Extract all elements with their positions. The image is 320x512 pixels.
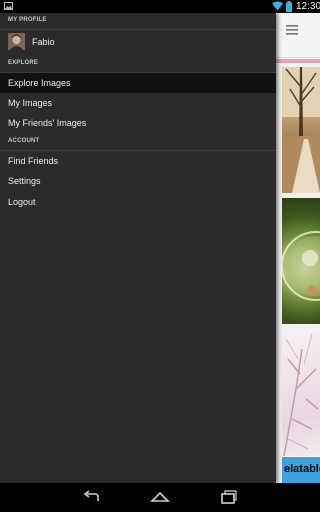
image-notification-icon — [4, 2, 13, 10]
nav-item-label: Logout — [8, 197, 36, 207]
section-header-explore: EXPLORE — [0, 56, 276, 73]
accent-line — [276, 59, 320, 63]
profile-row[interactable]: Fabio — [0, 30, 276, 56]
section-header-label: ACCOUNT — [8, 138, 40, 144]
banner-text: elatable — [284, 463, 320, 475]
battery-icon — [286, 1, 292, 12]
avatar — [8, 33, 25, 50]
image-tile-banner[interactable]: elatable — [282, 457, 320, 483]
image-tile-bubble[interactable] — [282, 198, 320, 324]
section-header-label: EXPLORE — [8, 60, 39, 66]
home-icon[interactable] — [150, 489, 170, 505]
navigation-drawer: MY PROFILE Fabio EXPLORE Explore Images … — [0, 13, 276, 483]
nav-item-find-friends[interactable]: Find Friends — [0, 151, 276, 171]
profile-name: Fabio — [32, 37, 55, 47]
image-tile-snow-branches[interactable] — [282, 329, 320, 456]
recent-apps-icon[interactable] — [218, 489, 238, 505]
nav-item-label: Explore Images — [8, 78, 71, 88]
nav-item-label: My Friends' Images — [8, 118, 87, 128]
nav-item-label: Find Friends — [8, 156, 59, 166]
nav-item-explore-images[interactable]: Explore Images — [0, 73, 276, 93]
status-bar: 12:30 — [0, 0, 320, 13]
section-header-my-profile: MY PROFILE — [0, 13, 276, 30]
nav-item-my-friends-images[interactable]: My Friends' Images — [0, 113, 276, 133]
image-tile-tree-path[interactable] — [282, 67, 320, 193]
clock: 12:30 — [296, 1, 320, 12]
nav-item-logout[interactable]: Logout — [0, 192, 276, 212]
nav-item-label: Settings — [8, 176, 41, 186]
back-icon[interactable] — [82, 489, 102, 505]
background-app: elatable — [276, 13, 320, 483]
nav-item-label: My Images — [8, 98, 53, 108]
nav-item-my-images[interactable]: My Images — [0, 93, 276, 113]
system-navigation-bar — [0, 483, 320, 512]
wifi-icon — [272, 1, 283, 11]
section-header-account: ACCOUNT — [0, 134, 276, 151]
app-action-bar — [276, 13, 320, 58]
section-header-label: MY PROFILE — [8, 17, 47, 23]
hamburger-icon[interactable] — [286, 24, 300, 36]
nav-item-settings[interactable]: Settings — [0, 171, 276, 191]
